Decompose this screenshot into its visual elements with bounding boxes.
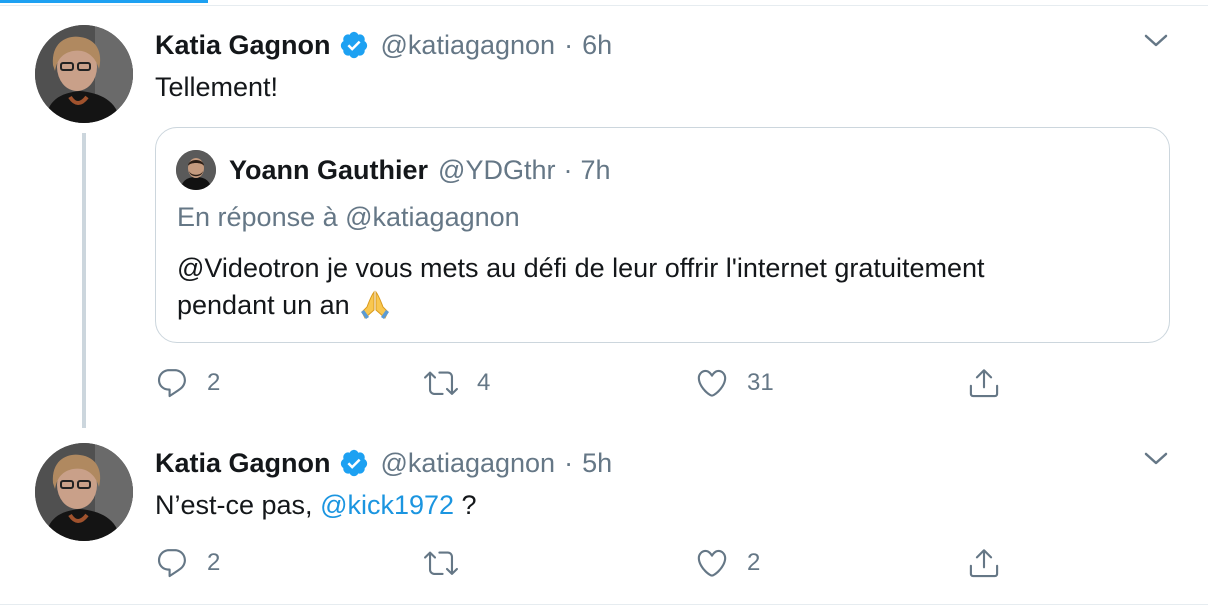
quoted-tweet[interactable]: Yoann Gauthier @YDGthr · 7h En réponse à…	[155, 127, 1170, 343]
tweet-text: N’est-ce pas, @kick1972 ?	[155, 490, 477, 521]
timestamp[interactable]: 5h	[582, 448, 612, 479]
like-icon	[697, 549, 727, 577]
verified-badge-icon	[339, 448, 369, 478]
avatar[interactable]	[35, 443, 133, 541]
author-handle[interactable]: @katiagagnon	[381, 448, 556, 479]
quoted-text-line-content: pendant un an	[177, 290, 350, 320]
author-handle[interactable]: @katiagagnon	[381, 30, 556, 61]
reply-icon	[157, 369, 186, 398]
reply-count: 2	[207, 369, 221, 396]
retweet-count: 4	[477, 369, 491, 396]
tweet-header: Katia Gagnon @katiagagnon · 6h	[155, 25, 612, 65]
reply-button[interactable]: 2	[155, 543, 220, 583]
like-count: 2	[747, 549, 761, 576]
chevron-down-icon[interactable]	[1140, 30, 1172, 50]
share-icon	[969, 549, 999, 578]
reply-button[interactable]: 2	[155, 363, 220, 403]
reply-context: En réponse à @katiagagnon	[177, 202, 520, 232]
timestamp[interactable]: 6h	[582, 30, 612, 61]
avatar	[176, 150, 216, 190]
share-button[interactable]	[967, 543, 1001, 583]
tweet-header: Katia Gagnon @katiagagnon · 5h	[155, 443, 612, 483]
tweet-text: Tellement!	[155, 72, 279, 102]
tweet-actions: 2 4 31	[155, 363, 1055, 403]
quoted-tweet-header: Yoann Gauthier @YDGthr · 7h	[229, 150, 611, 190]
like-button[interactable]: 2	[695, 543, 760, 583]
author-name[interactable]: Katia Gagnon	[155, 448, 331, 479]
retweet-button[interactable]: 4	[423, 363, 490, 403]
reply-icon	[157, 549, 186, 578]
chevron-down-icon[interactable]	[1140, 448, 1172, 468]
divider-line	[0, 604, 1208, 605]
share-icon	[969, 369, 999, 398]
retweet-icon	[424, 371, 458, 395]
avatar[interactable]	[35, 25, 133, 123]
like-button[interactable]: 31	[695, 363, 774, 403]
like-icon	[697, 369, 727, 397]
quoted-text-line: pendant un an	[177, 287, 1137, 330]
tweet[interactable]: Katia Gagnon @katiagagnon · 5h N’est-ce …	[0, 440, 1208, 604]
share-button[interactable]	[967, 363, 1001, 403]
separator-dot: ·	[563, 154, 573, 185]
quoted-text-line: @Videotron je vous mets au défi de leur …	[177, 253, 985, 283]
mention-link[interactable]: @kick1972	[320, 490, 454, 520]
tweet[interactable]: Katia Gagnon @katiagagnon · 6h Tellement…	[0, 0, 1208, 440]
quoted-author-handle: @YDGthr	[438, 154, 556, 185]
tweet-actions: 2 2	[155, 543, 1055, 583]
author-name[interactable]: Katia Gagnon	[155, 30, 331, 61]
folded-hands-emoji	[358, 290, 392, 330]
separator-dot: ·	[564, 29, 574, 60]
retweet-button[interactable]	[423, 543, 477, 583]
verified-badge-icon	[339, 30, 369, 60]
quoted-timestamp: 7h	[580, 154, 611, 185]
tweet-text-after: ?	[454, 490, 477, 520]
quoted-author-name: Yoann Gauthier	[229, 154, 429, 185]
like-count: 31	[747, 369, 774, 396]
quoted-tweet-text: @Videotron je vous mets au défi de leur …	[177, 250, 1137, 330]
reply-count: 2	[207, 549, 221, 576]
tweet-text-before: N’est-ce pas,	[155, 490, 321, 520]
separator-dot: ·	[564, 447, 574, 478]
retweet-icon	[424, 551, 458, 575]
